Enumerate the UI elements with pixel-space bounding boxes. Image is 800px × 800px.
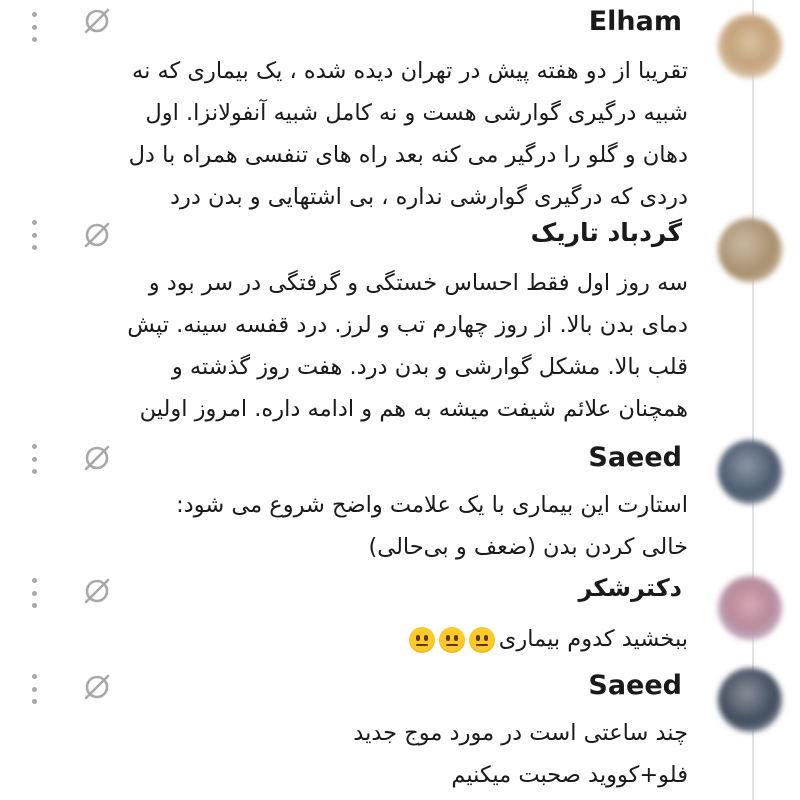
no-entry-icon[interactable] xyxy=(82,672,112,702)
comment-text: سه روز اول فقط احساس خستگی و گرفتگی در س… xyxy=(28,262,688,430)
comment-text: استارت این بیماری با یک علامت واضح شروع … xyxy=(28,484,688,568)
comment-line: ببخشید کدوم بیماری xyxy=(28,618,688,660)
more-vertical-icon[interactable] xyxy=(30,674,38,704)
avatar[interactable] xyxy=(718,576,782,640)
more-vertical-icon[interactable] xyxy=(30,444,38,474)
comment-line: همچنان علائم شیفت میشه به هم و ادامه دار… xyxy=(139,396,688,422)
neutral-face-emoji xyxy=(468,626,495,653)
comment-line: استارت این بیماری با یک علامت واضح شروع … xyxy=(176,492,688,518)
comment-author[interactable]: دکترشکر xyxy=(579,574,683,602)
comment-line-text: ببخشید کدوم بیماری xyxy=(498,626,688,652)
more-vertical-icon[interactable] xyxy=(30,578,38,608)
comment-line: قلب بالا. مشکل گوارشی و بدن درد. هفت روز… xyxy=(171,354,688,380)
more-vertical-icon[interactable] xyxy=(30,12,38,42)
comment-line: تقریبا از دو هفته پیش در تهران دیده شده … xyxy=(132,58,688,84)
no-entry-icon[interactable] xyxy=(82,443,112,473)
no-entry-icon[interactable] xyxy=(82,576,112,606)
comment-line: سه روز اول فقط احساس خستگی و گرفتگی در س… xyxy=(148,270,688,296)
avatar[interactable] xyxy=(718,218,782,282)
avatar[interactable] xyxy=(718,668,782,732)
avatar[interactable] xyxy=(718,14,782,78)
comment-line: فلو+کووید صحبت میکنیم xyxy=(451,762,688,788)
no-entry-icon[interactable] xyxy=(82,6,112,36)
comment-line: چند ساعتی است در مورد موج جدید xyxy=(353,720,688,746)
neutral-face-emoji xyxy=(438,626,465,653)
avatar[interactable] xyxy=(718,440,782,504)
no-entry-icon[interactable] xyxy=(82,220,112,250)
neutral-face-emoji xyxy=(408,626,435,653)
comment-line: شبیه درگیری گوارشی هست و نه کامل شبیه آن… xyxy=(145,100,688,126)
comment-text: تقریبا از دو هفته پیش در تهران دیده شده … xyxy=(28,50,688,218)
comment-text: چند ساعتی است در مورد موج جدید فلو+کووید… xyxy=(28,712,688,796)
comment-author[interactable]: Elham xyxy=(589,6,682,37)
comment-author[interactable]: Saeed xyxy=(588,442,682,473)
comment-author[interactable]: Saeed xyxy=(588,670,682,701)
comment-line: دردی که درگیری گوارشی نداره ، بی اشتهایی… xyxy=(169,184,688,210)
comment-author[interactable]: گردباد تاریک xyxy=(531,218,682,247)
comment-line: دمای بدن بالا. از روز چهارم تب و لرز. در… xyxy=(127,312,688,338)
comment-line: خالی کردن بدن (ضعف و بی‌حالی) xyxy=(368,534,688,560)
comment-line: دهان و گلو را درگیر می کنه بعد راه های ت… xyxy=(128,142,688,168)
more-vertical-icon[interactable] xyxy=(30,220,38,250)
comment-text: ببخشید کدوم بیماری xyxy=(28,618,688,660)
